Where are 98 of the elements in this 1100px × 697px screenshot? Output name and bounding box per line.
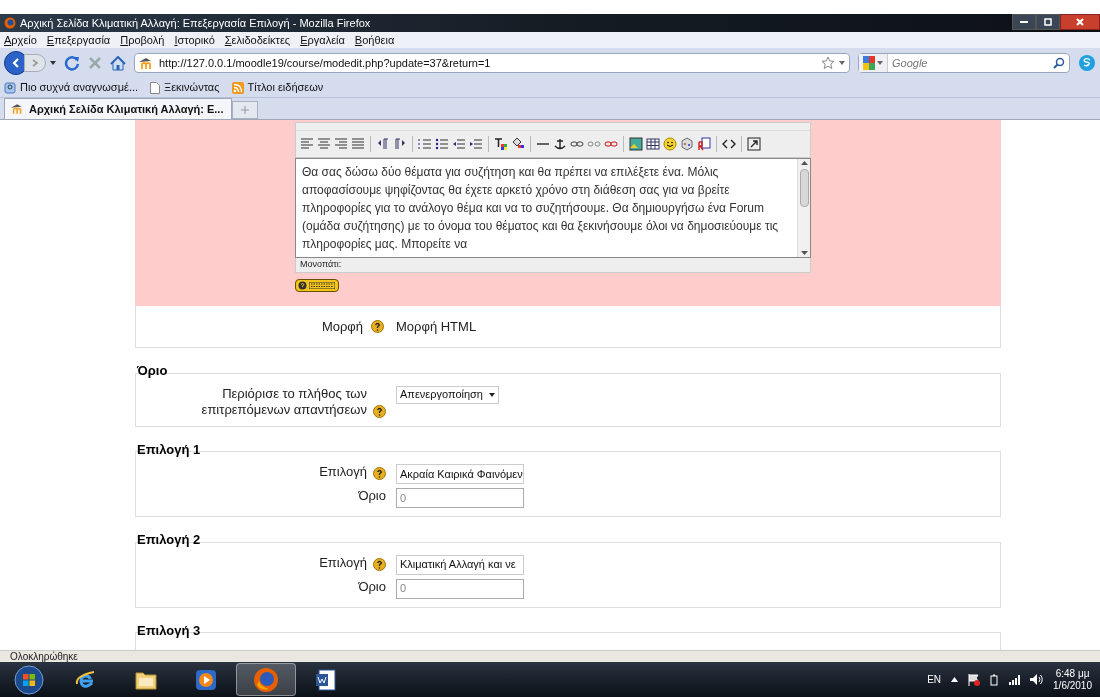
help-icon[interactable]: [373, 467, 386, 480]
maximize-button[interactable]: [1036, 14, 1060, 30]
scroll-up-icon[interactable]: [800, 161, 808, 165]
help-keyboard-button[interactable]: [295, 279, 339, 292]
editor-text-area[interactable]: [295, 158, 811, 258]
menu-item[interactable]: Εργαλεία: [300, 31, 345, 49]
bullet-list-icon[interactable]: [435, 137, 449, 151]
clock[interactable]: 6:48 μμ 1/6/2010: [1053, 667, 1092, 692]
path-label: Μονοπάτι:: [300, 258, 342, 272]
battery-icon[interactable]: [990, 673, 999, 686]
align-right-icon[interactable]: [334, 137, 348, 151]
field-label: Επιλογή: [319, 554, 367, 571]
firefox-icon: [4, 17, 16, 29]
menu-item[interactable]: Αρχείο: [4, 31, 37, 49]
dropdown-caret-icon[interactable]: [877, 61, 883, 65]
question-icon: [298, 281, 307, 290]
image-icon[interactable]: [629, 137, 643, 151]
anchor-icon[interactable]: [553, 137, 567, 151]
format-value: Μορφή HTML: [396, 317, 477, 336]
close-icon: [1076, 18, 1084, 26]
language-indicator[interactable]: EN: [927, 672, 942, 687]
star-icon[interactable]: [821, 56, 835, 70]
right-to-left-icon[interactable]: [393, 137, 407, 151]
feed-icon: [231, 81, 244, 94]
search-replace-icon[interactable]: [697, 137, 711, 151]
help-icon[interactable]: [371, 320, 384, 333]
menu-item[interactable]: Σελιδοδείκτες: [224, 31, 291, 49]
document-w-icon: [314, 667, 338, 692]
dice-icon[interactable]: [680, 137, 694, 151]
field-label: Επιλογή: [319, 464, 367, 480]
align-left-icon[interactable]: [300, 137, 314, 151]
clock-time: 6:48 μμ: [1055, 667, 1090, 680]
section-legend: Επιλογή 2: [137, 530, 1001, 550]
dropdown-caret-icon[interactable]: [839, 61, 845, 65]
minimize-button[interactable]: [1012, 14, 1036, 30]
left-to-right-icon[interactable]: [376, 137, 390, 151]
bookmark-link[interactable]: Ξεκινώντας: [164, 79, 220, 96]
dropdown-caret-icon: [489, 392, 495, 397]
fill-color-icon[interactable]: [511, 137, 525, 151]
table-icon[interactable]: [646, 137, 660, 151]
text-input[interactable]: Ακραία Καιρικά Φαινόμεν: [396, 464, 524, 484]
dropdown[interactable]: Απενεργοποίηση: [396, 385, 499, 404]
signal-icon[interactable]: [1008, 674, 1021, 685]
keyboard-icon: [309, 282, 335, 289]
browser-tab[interactable]: Αρχική Σελίδα Κλιματική Αλλαγή: Ε...: [4, 98, 232, 119]
restore-icon: [1044, 18, 1052, 26]
help-icon[interactable]: [373, 557, 386, 571]
window-title: Αρχική Σελίδα Κλιματική Αλλαγή: Επεξεργασία Επιλογή - Mozilla Firefox: [20, 15, 371, 31]
field-label: Όριο: [358, 578, 386, 595]
menu-item[interactable]: Επεξεργασία: [46, 31, 111, 49]
outdent-icon[interactable]: [452, 137, 466, 151]
search-page-icon: [4, 81, 16, 94]
volume-icon[interactable]: [1030, 674, 1044, 685]
close-button[interactable]: [1060, 14, 1100, 30]
address-field[interactable]: http://127.0.0.1/moodle19/course/modedit.php?update=37&return=1: [134, 53, 850, 73]
scrollbar[interactable]: [797, 159, 810, 257]
field-label: Περιόρισε το πλήθος των επιτρεπόμενων απαντήσεων: [200, 385, 367, 418]
play-icon: [195, 668, 217, 691]
fullscreen-icon[interactable]: [747, 137, 761, 151]
home-icon[interactable]: [110, 55, 126, 71]
google-icon: [863, 56, 875, 70]
indent-icon[interactable]: [469, 137, 483, 151]
clock-date: 1/6/2010: [1053, 679, 1092, 692]
code-icon[interactable]: [722, 137, 736, 151]
scrollbar-thumb[interactable]: [799, 169, 809, 207]
align-center-icon[interactable]: [317, 137, 331, 151]
bookmark-link[interactable]: Τίτλοι ειδήσεων: [247, 79, 324, 96]
plus-icon: [241, 106, 249, 114]
search-field[interactable]: Google: [858, 53, 1070, 73]
justify-icon[interactable]: [351, 137, 365, 151]
search-icon[interactable]: [1053, 57, 1065, 69]
search-input[interactable]: Google: [892, 54, 1049, 72]
field-label: Μορφή: [321, 317, 363, 336]
field-label: Όριο: [358, 488, 386, 504]
flag-icon[interactable]: [968, 673, 981, 686]
page-icon: [150, 81, 161, 94]
menu-item[interactable]: Βοήθεια: [354, 31, 395, 49]
menu-item[interactable]: Προβολή: [120, 31, 165, 49]
bookmark-link[interactable]: Πιο συχνά αναγνωσμέ...: [20, 79, 139, 96]
start-orb-icon[interactable]: [14, 664, 44, 695]
skype-icon[interactable]: [1078, 54, 1096, 72]
url-text: http://127.0.0.1/moodle19/course/modedit.php?update=37&return=1: [159, 55, 491, 71]
section-legend: Επιλογή 1: [137, 439, 1001, 459]
help-icon[interactable]: [373, 404, 386, 418]
minimize-icon: [1020, 20, 1028, 24]
section-legend: Όριο: [137, 361, 1001, 381]
dropdown-caret-icon[interactable]: [50, 61, 56, 65]
editor-text: Θα σας δώσω δύο θέματα για συζήτηση και θα πρέπει να επιλέξετε ένα. Μόλις αποφασίσουμε ψηφίζοντας θα έχετε αρκετό χρόνο στη διάθεση σας για να βρείτε πληροφορίες για το ανάλογο θέμα και να το συζητήσουμε. Θα δημιουργήσω ένα Forum (ομάδα συζήτησης) με το όνομα του θέματος και θα ξεκινήσουμε όλοι να δημοσιεύουμε τις πληροφορίες μας. Μπορείτε να: [301, 164, 780, 253]
smiley-icon[interactable]: [663, 137, 677, 151]
firefox-icon: [253, 666, 279, 693]
menu-item[interactable]: Ιστορικό: [174, 31, 215, 49]
tray-up-arrow-icon[interactable]: [951, 677, 959, 682]
status-text: Ολοκληρώθηκε: [10, 650, 78, 664]
scroll-down-icon[interactable]: [800, 251, 808, 255]
text-color-icon[interactable]: [494, 137, 508, 151]
reload-icon[interactable]: [64, 55, 80, 71]
text-input[interactable]: Κλιματική Αλλαγή και νε: [396, 554, 524, 575]
section-legend: Επιλογή 3: [137, 620, 1001, 640]
